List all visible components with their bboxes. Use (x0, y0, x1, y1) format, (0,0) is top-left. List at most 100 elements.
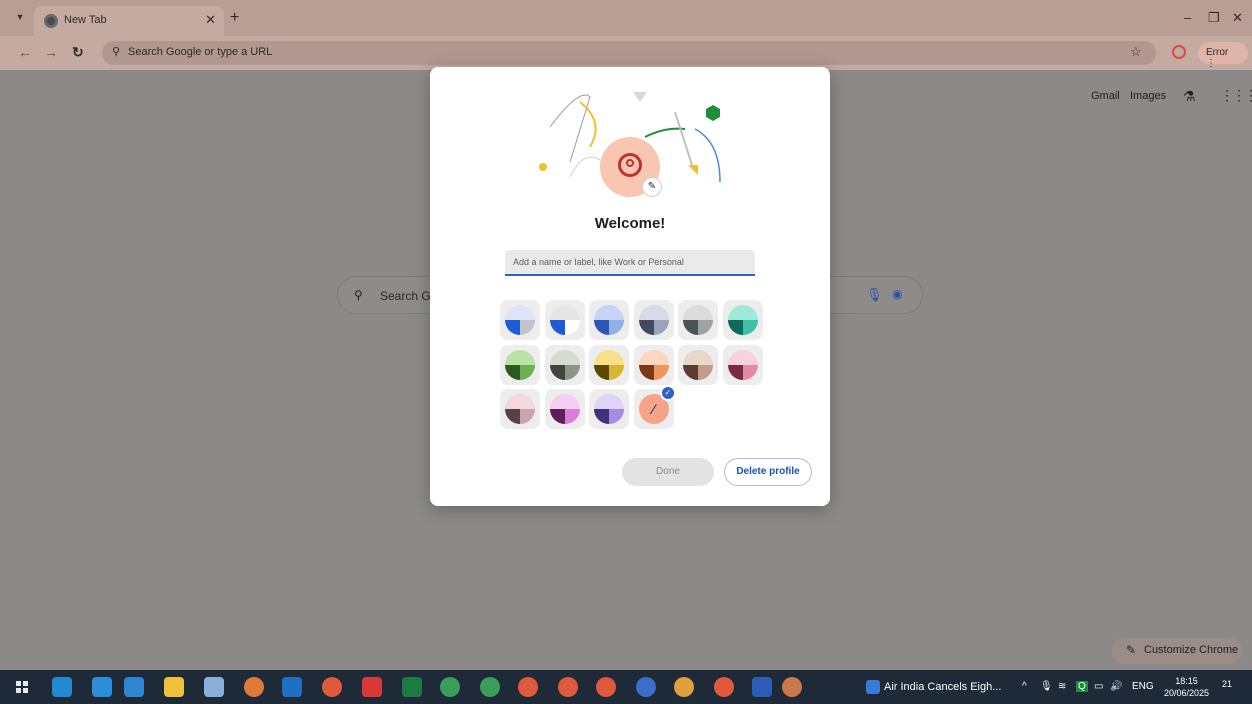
chrome-icon[interactable] (480, 677, 500, 697)
profile-name-input[interactable] (505, 250, 755, 276)
swatch-disc (638, 349, 669, 380)
swatch-disc (683, 305, 714, 335)
swatch-light-blue[interactable] (589, 300, 630, 340)
swatch-beige[interactable] (678, 344, 719, 385)
excel-icon[interactable] (402, 677, 422, 697)
swatch-purple[interactable] (589, 389, 630, 430)
clock-date: 20/06/2025 (1164, 688, 1210, 698)
microphone-icon[interactable]: 🎙 (1040, 681, 1053, 692)
swatch-disc (728, 349, 758, 380)
mail-icon[interactable] (124, 677, 144, 697)
selected-check-icon: ✓ (659, 385, 676, 402)
lens-search-icon[interactable]: ◉ (892, 287, 902, 301)
language-indicator[interactable]: ENG (1132, 681, 1154, 692)
chrome-icon[interactable] (636, 677, 656, 697)
swatch-disc (505, 305, 535, 335)
swatch-sage[interactable] (544, 344, 585, 385)
profile-setup-dialog: ✎ Welcome! ⁄✓ Done Delete profile (430, 67, 830, 506)
minimize-button[interactable]: – (1184, 10, 1191, 25)
title-bar: ▾ New Tab ✕ + – ❐ ✕ (0, 0, 1252, 36)
edit-avatar-icon[interactable]: ✎ (642, 177, 662, 197)
swatch-disc (728, 305, 758, 335)
news-headline[interactable]: Air India Cancels Eigh... (884, 681, 1001, 693)
tab-new-tab[interactable]: New Tab ✕ (34, 6, 224, 36)
battery-icon[interactable]: ▭ (1094, 681, 1103, 692)
restore-button[interactable]: ❐ (1208, 10, 1220, 26)
swatch-disc (549, 305, 580, 335)
swatch-disc (549, 349, 580, 380)
chrome-icon[interactable] (674, 677, 694, 697)
forward-icon[interactable]: → (44, 44, 58, 60)
app-red-icon[interactable] (362, 677, 382, 697)
swatch-disc (638, 305, 669, 335)
windows-start-icon[interactable] (16, 681, 28, 693)
labs-flask-icon[interactable]: ⚗ (1183, 88, 1196, 105)
network-icon[interactable] (204, 677, 224, 697)
swatch-slate[interactable] (633, 300, 674, 340)
account-circle-icon (618, 153, 642, 177)
swatch-pink[interactable] (723, 344, 763, 385)
outlook-icon[interactable] (282, 677, 302, 697)
chrome-icon[interactable] (558, 677, 578, 697)
notification-icon[interactable]: 21 (1222, 679, 1240, 695)
swatch-custom-color[interactable]: ⁄ ✓ (633, 385, 676, 430)
back-icon[interactable]: ← (18, 44, 32, 60)
voice-search-icon[interactable]: 🎙 (866, 287, 883, 303)
tab-search-menu-button[interactable]: ▾ (12, 10, 28, 26)
word-icon[interactable] (752, 677, 772, 697)
chrome-profile-icon[interactable] (244, 677, 264, 697)
swatch-magenta[interactable] (544, 389, 585, 430)
store-icon[interactable] (92, 677, 112, 697)
chrome-icon[interactable] (782, 677, 802, 697)
search-icon: ⚲ (354, 288, 363, 302)
images-link[interactable]: Images (1130, 90, 1166, 102)
delete-profile-button[interactable]: Delete profile (724, 458, 812, 486)
swatch-green[interactable] (500, 344, 540, 385)
profile-icon[interactable] (1172, 45, 1186, 59)
swatch-grey[interactable] (678, 300, 719, 340)
volume-icon[interactable]: 🔊 (1110, 681, 1122, 692)
chrome-icon[interactable] (714, 677, 734, 697)
chrome-icon[interactable] (322, 677, 342, 697)
swatch-disc (505, 349, 535, 380)
chrome-icon[interactable] (440, 677, 460, 697)
swatch-grey-blue[interactable] (544, 300, 585, 340)
apps-grid-icon[interactable]: ⋮⋮⋮ (1220, 87, 1252, 104)
swatch-disc (549, 394, 580, 425)
swatch-disc (594, 394, 625, 425)
swatch-disc (594, 305, 625, 335)
clock-time: 18:15 (1175, 676, 1198, 686)
swatch-rose[interactable] (500, 389, 540, 430)
swatch-disc (505, 394, 535, 425)
swatch-teal[interactable] (723, 300, 763, 340)
reload-icon[interactable]: ↻ (72, 44, 84, 61)
customize-chrome-button[interactable]: ✎ Customize Chrome (1112, 638, 1242, 664)
bookmark-star-icon[interactable]: ☆ (1130, 44, 1142, 60)
app-tray-icon[interactable]: Q (1076, 681, 1088, 692)
system-clock[interactable]: 18:15 20/06/2025 (1164, 675, 1209, 699)
chrome-icon[interactable] (596, 677, 616, 697)
swatch-yellow[interactable] (589, 344, 630, 385)
swatch-disc (683, 349, 714, 380)
error-button[interactable]: Error ⋮ (1198, 42, 1248, 69)
news-widget-icon[interactable] (866, 680, 880, 694)
chrome-icon[interactable] (518, 677, 538, 697)
more-menu-icon[interactable]: ⋮ (1206, 58, 1216, 69)
done-button[interactable]: Done (622, 458, 714, 486)
address-placeholder: Search Google or type a URL (128, 46, 273, 58)
close-window-button[interactable]: ✕ (1232, 10, 1243, 26)
swatch-orange[interactable] (633, 344, 674, 385)
address-bar[interactable]: ⚲ Search Google or type a URL (102, 41, 1156, 65)
show-hidden-icons-icon[interactable]: ^ (1022, 681, 1027, 692)
file-explorer-icon[interactable] (164, 677, 184, 697)
new-tab-button[interactable]: + (230, 9, 239, 27)
error-label: Error (1206, 47, 1229, 58)
tab-close-icon[interactable]: ✕ (205, 12, 216, 28)
ntp-search-placeholder: Search G (380, 289, 431, 303)
edge-icon[interactable] (52, 677, 72, 697)
swatch-blue[interactable] (500, 300, 540, 340)
gmail-link[interactable]: Gmail (1091, 90, 1120, 102)
wifi-icon[interactable]: ≋ (1058, 681, 1066, 692)
tab-title: New Tab (64, 14, 107, 26)
customize-label: Customize Chrome (1144, 644, 1239, 656)
